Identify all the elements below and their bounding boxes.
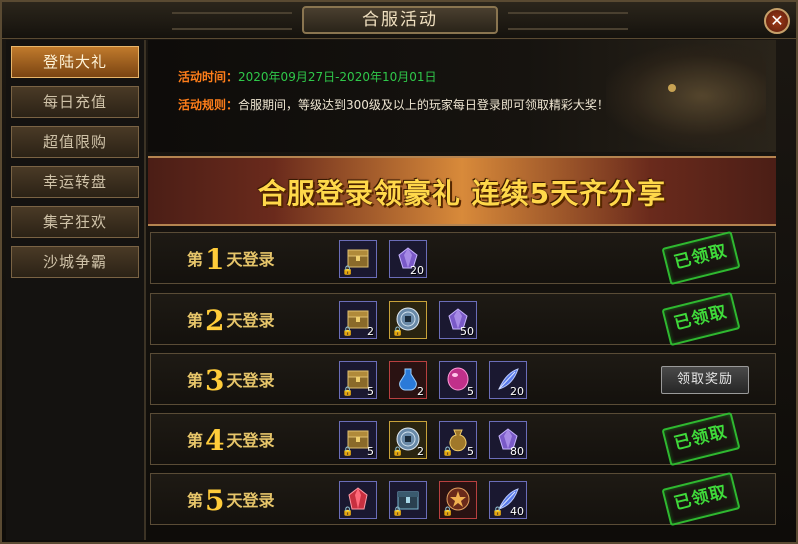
event-time-line: 活动时间：2020年09月27日-2020年10月01日 <box>178 68 437 85</box>
treasure-chest-icon[interactable]: 🔒 <box>339 240 377 278</box>
item-count: 5 <box>367 445 374 458</box>
item-count: 40 <box>510 505 524 518</box>
red-crystal-icon[interactable]: 🔒 <box>339 481 377 519</box>
item-count: 20 <box>410 264 424 277</box>
claimed-stamp: 已领取 <box>661 411 741 467</box>
gold-pouch-icon[interactable]: 🔒 5 <box>439 421 477 459</box>
day-prefix: 第 <box>187 491 204 510</box>
jade-coin-icon[interactable]: 🔒 <box>389 301 427 339</box>
sidebar-item-collect-words[interactable]: 集字狂欢 <box>11 206 139 238</box>
treasure-chest-icon[interactable]: 🔒 2 <box>339 301 377 339</box>
event-rules-line: 活动规则：合服期间，等级达到300级及以上的玩家每日登录即可领取精彩大奖！ <box>178 96 609 113</box>
login-day-row-5: 第5 天登录 🔒 🔒 🔒 🔒 40 已领取 <box>150 471 776 527</box>
day-suffix: 天登录 <box>226 491 275 510</box>
sidebar-item-daily-topup[interactable]: 每日充值 <box>11 86 139 118</box>
star-medal-icon[interactable]: 🔒 <box>439 481 477 519</box>
day-suffix: 天登录 <box>226 431 275 450</box>
item-count: 2 <box>417 385 424 398</box>
blue-potion-icon[interactable]: 2 <box>389 361 427 399</box>
pink-orb-icon[interactable]: 5 <box>439 361 477 399</box>
item-count: 50 <box>460 325 474 338</box>
event-info-panel: 活动时间：2020年09月27日-2020年10月01日 活动规则：合服期间，等… <box>148 40 776 152</box>
purple-gem-icon[interactable]: 20 <box>389 240 427 278</box>
day-number: 3 <box>205 364 225 397</box>
claimed-stamp: 已领取 <box>661 230 741 286</box>
day-prefix: 第 <box>187 371 204 390</box>
event-time-value: 2020年09月27日-2020年10月01日 <box>238 70 437 84</box>
item-count: 5 <box>467 385 474 398</box>
claimed-stamp: 已领取 <box>661 291 741 347</box>
bound-lock-icon: 🔒 <box>342 327 354 337</box>
bound-lock-icon: 🔒 <box>342 266 354 276</box>
bound-lock-icon: 🔒 <box>492 507 504 517</box>
bound-lock-icon: 🔒 <box>392 327 404 337</box>
bound-lock-icon: 🔒 <box>342 507 354 517</box>
promo-banner: 合服登录领豪礼 连续5天齐分享 <box>148 156 776 226</box>
login-day-row-3: 第3 天登录 🔒 5 2 5 20 领取奖励 <box>150 353 776 405</box>
claimed-stamp: 已领取 <box>661 471 741 527</box>
bound-lock-icon: 🔒 <box>442 447 454 457</box>
event-rules-label: 活动规则： <box>178 98 239 112</box>
day-prefix: 第 <box>187 311 204 330</box>
close-button[interactable]: ✕ <box>764 8 790 34</box>
day-number: 1 <box>205 243 225 276</box>
item-count: 2 <box>417 445 424 458</box>
item-count: 80 <box>510 445 524 458</box>
day-label: 第5 天登录 <box>187 484 275 517</box>
item-count: 5 <box>367 385 374 398</box>
event-rules-value: 合服期间，等级达到300级及以上的玩家每日登录即可领取精彩大奖！ <box>238 98 609 112</box>
dark-box-icon[interactable]: 🔒 <box>389 481 427 519</box>
day-number: 2 <box>205 304 225 337</box>
item-count: 2 <box>367 325 374 338</box>
login-day-row-2: 第2 天登录 🔒 2 🔒 50 已领取 <box>150 291 776 347</box>
day-number: 4 <box>205 424 225 457</box>
day-prefix: 第 <box>187 250 204 269</box>
jade-coin-icon[interactable]: 🔒 2 <box>389 421 427 459</box>
title-bar: 合服活动 ✕ <box>2 2 796 39</box>
banner-title: 合服登录领豪礼 连续5天齐分享 <box>257 177 667 210</box>
bound-lock-icon: 🔒 <box>342 447 354 457</box>
bound-lock-icon: 🔒 <box>442 507 454 517</box>
login-day-row-1: 第1 天登录 🔒 20 已领取 <box>150 230 776 286</box>
day-label: 第1 天登录 <box>187 243 275 276</box>
login-day-row-4: 第4 天登录 🔒 5 🔒 2 🔒 5 80 已领取 <box>150 411 776 467</box>
title-ornament-right <box>508 12 628 30</box>
day-suffix: 天登录 <box>226 250 275 269</box>
sidebar-item-login-gift[interactable]: 登陆大礼 <box>11 46 139 78</box>
sidebar-item-castle-war[interactable]: 沙城争霸 <box>11 246 139 278</box>
bound-lock-icon: 🔒 <box>342 387 354 397</box>
dragon-eye-icon <box>668 84 676 92</box>
bound-lock-icon: 🔒 <box>392 507 404 517</box>
day-label: 第4 天登录 <box>187 424 275 457</box>
day-suffix: 天登录 <box>226 311 275 330</box>
claim-reward-button[interactable]: 领取奖励 <box>661 366 749 394</box>
sidebar-item-lucky-wheel[interactable]: 幸运转盘 <box>11 166 139 198</box>
purple-gem-icon[interactable]: 50 <box>439 301 477 339</box>
purple-gem-icon[interactable]: 80 <box>489 421 527 459</box>
blue-feather-icon[interactable]: 20 <box>489 361 527 399</box>
sidebar-item-value-limit[interactable]: 超值限购 <box>11 126 139 158</box>
item-count: 20 <box>510 385 524 398</box>
day-label: 第3 天登录 <box>187 364 275 397</box>
treasure-chest-icon[interactable]: 🔒 5 <box>339 421 377 459</box>
dragon-art <box>606 44 766 148</box>
blue-feather-icon[interactable]: 🔒 40 <box>489 481 527 519</box>
day-number: 5 <box>205 484 225 517</box>
event-window: 合服活动 ✕ 登陆大礼 每日充值 超值限购 幸运转盘 集字狂欢 沙城争霸 活动时… <box>0 0 798 544</box>
day-prefix: 第 <box>187 431 204 450</box>
event-time-label: 活动时间： <box>178 70 239 84</box>
treasure-chest-icon[interactable]: 🔒 5 <box>339 361 377 399</box>
day-label: 第2 天登录 <box>187 304 275 337</box>
item-count: 5 <box>467 445 474 458</box>
bound-lock-icon: 🔒 <box>392 447 404 457</box>
sidebar: 登陆大礼 每日充值 超值限购 幸运转盘 集字狂欢 沙城争霸 <box>6 40 146 540</box>
title-ornament-left <box>172 12 292 30</box>
day-suffix: 天登录 <box>226 371 275 390</box>
window-title: 合服活动 <box>302 6 498 34</box>
